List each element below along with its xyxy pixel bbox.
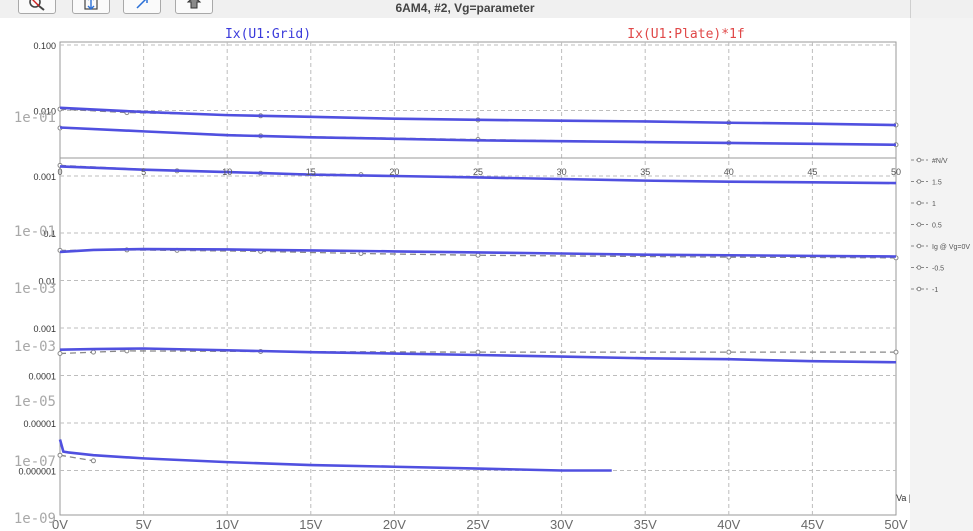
legend-marker [916, 243, 922, 249]
x-tick-label: 10V [216, 517, 239, 531]
inner-x-tick-label: 20 [389, 167, 399, 177]
ghost-y-label: 1e-03 [14, 339, 56, 355]
plot-area[interactable]: Ix(U1:Grid) Ix(U1:Plate)*1f 0V 5V 10V 15V 20V 2… [0, 18, 973, 531]
legend-marker [916, 157, 922, 163]
toolbar: 6AM4, #2, Vg=parameter [0, 0, 973, 18]
window-title: 6AM4, #2, Vg=parameter [395, 1, 535, 15]
x-tick-label: 50V [884, 517, 907, 531]
trace-title-plate: Ix(U1:Plate)*1f [627, 27, 744, 42]
inner-x-tick-label: 10 [222, 167, 232, 177]
measured-point [90, 349, 96, 355]
inner-x-tick-label: 35 [640, 167, 650, 177]
x-tick-label: 25V [466, 517, 489, 531]
inner-x-tick-label: 25 [473, 167, 483, 177]
legend-label: Ig @ Vg=0V [932, 244, 970, 251]
x-tick-label: 45V [801, 517, 824, 531]
legend-panel [910, 18, 973, 531]
measured-point [57, 351, 63, 357]
inner-x-tick-label: 0 [57, 167, 62, 177]
inner-x-tick-label: 15 [306, 167, 316, 177]
y-tick-label: 0.001 [33, 324, 56, 334]
legend-label: #N/V [932, 158, 948, 165]
y-tick-label: 0.100 [33, 41, 56, 51]
legend-marker [916, 200, 922, 206]
inner-x-tick-label: 45 [807, 167, 817, 177]
measured-point [57, 452, 63, 458]
inner-x-tick-label: 30 [557, 167, 567, 177]
chart-svg[interactable]: Ix(U1:Grid) Ix(U1:Plate)*1f0V 5V 10V 15V 20V 2… [0, 18, 973, 531]
x-tick-label: 40V [717, 517, 740, 531]
legend-label: 1.5 [932, 180, 942, 187]
ghost-y-label: 1e-09 [14, 511, 56, 527]
inner-x-tick-label: 40 [724, 167, 734, 177]
measured-point [475, 349, 481, 355]
legend-marker [916, 286, 922, 292]
ghost-y-label: 1e-03 [14, 281, 56, 297]
y-tick-label: 0.001 [33, 172, 56, 182]
legend-label: 0.5 [932, 223, 942, 230]
x-tick-label: 30V [550, 517, 573, 531]
trace-title-grid: Ix(U1:Grid) [225, 27, 311, 42]
ghost-y-label: 1e-01 [14, 110, 56, 126]
x-tick-label: 5V [136, 517, 152, 531]
inner-x-tick-label: 50 [891, 167, 901, 177]
measured-point [475, 252, 481, 258]
y-tick-label: 0.0001 [28, 372, 56, 382]
ghost-y-label: 1e-07 [14, 454, 56, 470]
legend-label: -0.5 [932, 266, 944, 273]
x-tick-label: 20V [383, 517, 406, 531]
measured-point [893, 349, 899, 355]
title-divider [910, 0, 911, 18]
legend-marker [916, 222, 922, 227]
legend-marker [916, 179, 922, 184]
legend-marker [916, 265, 922, 270]
measured-point [726, 349, 732, 355]
x-tick-label: 15V [299, 517, 322, 531]
y-tick-label: 0.00001 [23, 419, 56, 429]
x-tick-label: 35V [634, 517, 657, 531]
measured-point [90, 458, 96, 464]
ghost-y-label: 1e-01 [14, 224, 56, 240]
app-window: 6AM4, #2, Vg=parameter Ix(U1:Grid) Ix(U1:… [0, 0, 973, 531]
inner-x-tick-label: 5 [141, 167, 146, 177]
legend-label: -1 [932, 287, 938, 294]
legend-label: 1 [932, 201, 936, 208]
ghost-y-label: 1e-05 [14, 394, 56, 410]
